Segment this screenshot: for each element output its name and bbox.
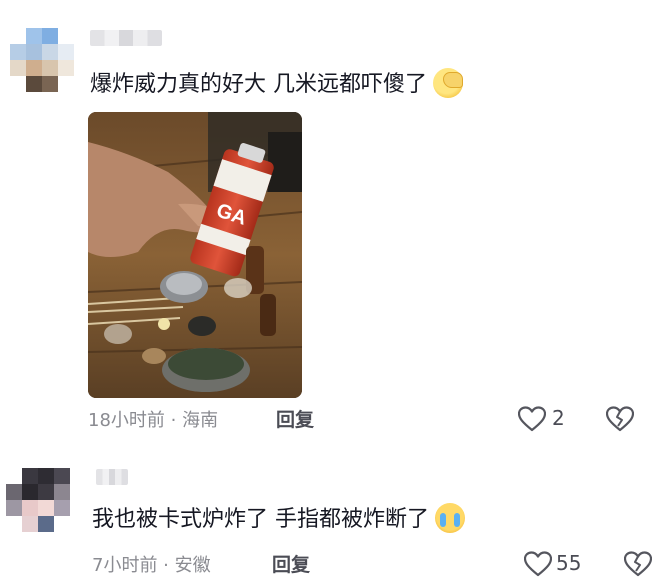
like-count: 55 xyxy=(556,551,582,575)
like-count: 2 xyxy=(552,406,565,430)
comment-text-content: 爆炸威力真的好大 几米远都吓傻了 xyxy=(90,72,427,97)
avatar[interactable] xyxy=(6,468,70,532)
comment-item: 爆炸威力真的好大 几米远都吓傻了 GA 18小时前 · 海南 回复 2 xyxy=(0,0,660,440)
crying-emoji-icon xyxy=(435,503,465,533)
meta-separator: · xyxy=(157,555,175,576)
comment-item: 我也被卡式炉炸了 手指都被炸断了 7小时前 · 安徽 回复 55 xyxy=(0,455,660,586)
avatar[interactable] xyxy=(10,28,74,92)
comment-meta: 18小时前 · 海南 xyxy=(88,406,218,432)
dislike-broken-heart-icon[interactable] xyxy=(606,406,634,432)
comment-meta: 7小时前 · 安徽 xyxy=(92,551,211,577)
like-heart-icon[interactable] xyxy=(524,551,552,577)
comment-text: 爆炸威力真的好大 几米远都吓傻了 xyxy=(90,68,463,101)
reply-button[interactable]: 回复 xyxy=(272,550,310,577)
comment-location: 海南 xyxy=(182,410,219,431)
comment-text: 我也被卡式炉炸了 手指都被炸断了 xyxy=(92,503,465,536)
username[interactable] xyxy=(90,30,162,46)
comment-time: 7小时前 xyxy=(92,555,158,576)
comment-text-content: 我也被卡式炉炸了 手指都被炸断了 xyxy=(92,507,429,532)
comment-image[interactable]: GA xyxy=(88,112,302,398)
reply-button[interactable]: 回复 xyxy=(276,405,314,432)
dislike-broken-heart-icon[interactable] xyxy=(624,551,652,577)
like-heart-icon[interactable] xyxy=(518,406,546,432)
comment-location: 安徽 xyxy=(174,555,211,576)
photo-illustration: GA xyxy=(88,112,302,398)
comment-time: 18小时前 xyxy=(88,410,165,431)
username[interactable] xyxy=(96,469,128,485)
facepalm-emoji-icon xyxy=(433,68,463,98)
meta-separator: · xyxy=(164,410,183,431)
